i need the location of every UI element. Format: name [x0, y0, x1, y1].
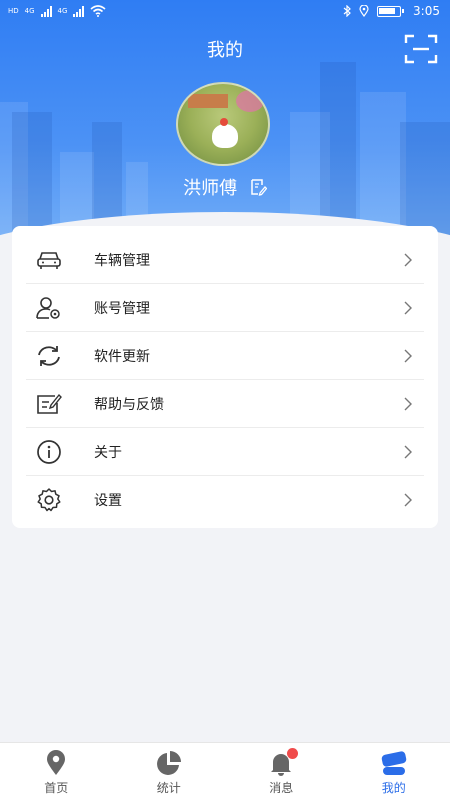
status-bar: HD 4G 4G 3:05	[0, 0, 450, 26]
menu-item-label: 账号管理	[94, 300, 150, 317]
battery-icon	[377, 5, 405, 17]
menu-item-label: 软件更新	[94, 348, 150, 365]
refresh-icon	[38, 345, 60, 366]
page-title: 我的	[207, 40, 243, 61]
menu-card: 车辆管理 账号管理 软件更新 帮助与反馈 关于 设置	[12, 226, 438, 528]
hd-indicator: HD	[8, 6, 19, 15]
menu-item-vehicle-management[interactable]: 车辆管理	[26, 236, 424, 284]
bottom-tab-bar: 首页 统计 消息 我的	[0, 742, 450, 800]
network-type: 4G	[57, 6, 68, 15]
menu-item-label: 关于	[94, 444, 122, 461]
tab-label: 统计	[156, 781, 181, 795]
menu-item-settings[interactable]: 设置	[26, 476, 424, 524]
edit-icon[interactable]	[249, 178, 267, 196]
signal-icon	[40, 5, 52, 17]
user-name-row[interactable]: 洪师傅	[0, 174, 450, 200]
bluetooth-icon	[343, 5, 351, 17]
user-name: 洪师傅	[183, 178, 238, 199]
menu-item-account-management[interactable]: 账号管理	[26, 284, 424, 332]
chevron-right-icon	[404, 397, 412, 410]
menu-item-label: 帮助与反馈	[94, 396, 164, 413]
person-icon	[381, 751, 406, 775]
notification-badge	[287, 748, 298, 759]
tab-label: 首页	[44, 781, 69, 795]
tab-label: 消息	[269, 781, 294, 795]
menu-item-about[interactable]: 关于	[26, 428, 424, 476]
menu-item-help-feedback[interactable]: 帮助与反馈	[26, 380, 424, 428]
clock: 3:05	[413, 4, 440, 18]
avatar[interactable]	[176, 82, 270, 166]
account-settings-icon	[36, 296, 60, 319]
chevron-right-icon	[404, 445, 412, 458]
location-pin-icon	[47, 750, 66, 775]
tab-statistics[interactable]: 统计	[113, 743, 226, 800]
tab-messages[interactable]: 消息	[225, 743, 338, 800]
scan-icon[interactable]	[404, 34, 438, 64]
chevron-right-icon	[404, 349, 412, 362]
car-icon	[37, 251, 61, 269]
wifi-icon	[90, 5, 106, 17]
tab-home[interactable]: 首页	[0, 743, 113, 800]
location-icon	[359, 5, 369, 17]
chevron-right-icon	[404, 253, 412, 266]
tab-label: 我的	[381, 781, 406, 795]
chevron-right-icon	[404, 493, 412, 507]
tab-mine[interactable]: 我的	[338, 743, 450, 800]
network-type: 4G	[24, 6, 35, 15]
info-icon	[37, 439, 61, 464]
gear-icon	[37, 488, 61, 512]
menu-item-label: 设置	[94, 493, 122, 509]
menu-item-label: 车辆管理	[94, 252, 150, 269]
feedback-icon	[37, 393, 62, 414]
chevron-right-icon	[404, 301, 412, 314]
signal-icon	[73, 5, 85, 17]
pie-chart-icon	[156, 751, 181, 775]
menu-item-software-update[interactable]: 软件更新	[26, 332, 424, 380]
